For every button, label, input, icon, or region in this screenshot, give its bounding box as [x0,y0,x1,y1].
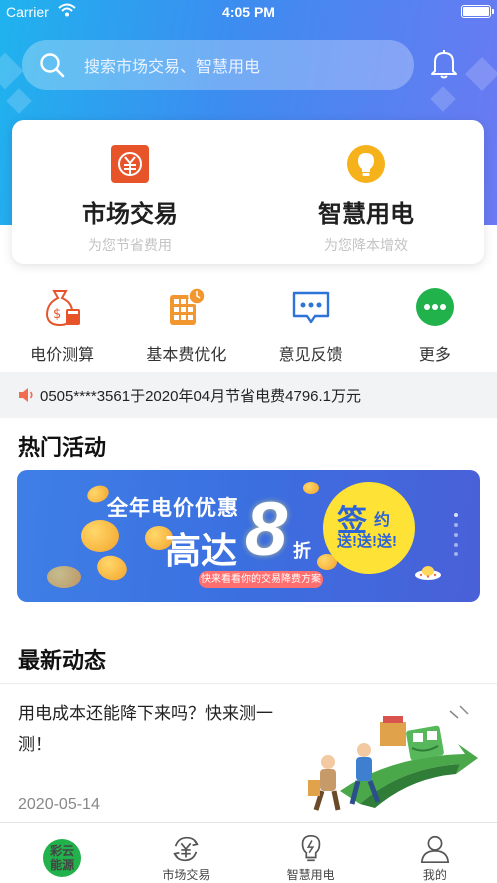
ufo-icon [415,566,441,580]
yuan-cycle-icon [173,836,200,862]
banner-badge-sub: 送!送!送! [337,533,397,550]
home-logo: 彩云 能源 [43,839,82,877]
quick-action-label: 意见反馈 [278,347,343,364]
home-logo-line1: 彩云 [50,844,75,858]
battery-icon [461,5,494,18]
lightbulb-icon [347,145,385,183]
quick-action-label: 更多 [418,347,451,364]
banner-pill: 快来看看你的交易降费方案 [199,571,323,588]
status-bar: Carrier 4:05 PM [0,0,497,26]
decor-coin [94,552,130,584]
section-title-latest-news: 最新动态 [18,648,107,673]
banner-badge-side: 约 [374,512,391,529]
tab-label: 市场交易 [162,868,211,882]
news-thumbnail-illustration [308,705,478,811]
feature-card: 市场交易 为您节省费用 智慧用电 为您降本增效 [12,120,484,264]
quick-action-basic-fee[interactable]: 基本费优化 [124,285,248,365]
feature-title: 市场交易 [82,201,178,228]
notice-bar[interactable]: 0505****3561于2020年04月节省电费4796.1万元 [0,372,497,418]
more-icon [415,288,454,326]
tab-label: 智慧用电 [286,868,335,882]
feature-title: 智慧用电 [318,201,414,228]
banner-discount-number: 8 [245,487,288,572]
market-trading-entry[interactable]: 市场交易 为您节省费用 [12,120,248,264]
promo-banner[interactable]: 全年电价优惠 高达 8 折 快来看看你的交易降费方案 签 约 送!送!送! [17,470,480,602]
tab-profile[interactable]: 我的 [373,823,497,883]
notice-text: 0505****3561于2020年04月节省电费4796.1万元 [40,387,362,405]
quick-action-label: 电价测算 [30,347,95,364]
quick-action-more[interactable]: 更多 [373,285,497,365]
banner-line2: 高达 [165,530,238,571]
decor-coin [81,520,119,552]
clock: 4:05 PM [222,4,275,20]
chat-bubble-icon [292,291,329,324]
tab-market-trading[interactable]: 市场交易 [124,823,248,883]
page-indicator [454,513,458,556]
news-item[interactable]: 用电成本还能降下来吗？快来测一测！ 2020-05-14 [0,683,497,823]
speaker-icon [19,388,33,402]
calculator-clock-icon [170,287,207,325]
bell-icon[interactable] [429,48,459,80]
decor-cube [430,86,456,112]
quick-actions: $ 电价测算 基本费优化 意见反馈 更多 [0,285,497,365]
yuan-exchange-icon [111,145,149,183]
search-placeholder: 搜索市场交易、智慧用电 [84,59,261,76]
tab-home[interactable]: 彩云 能源 [0,823,124,883]
svg-text:$: $ [53,307,61,322]
banner-discount-unit: 折 [293,541,311,561]
decor-coin [303,482,319,494]
feature-subtitle: 为您节省费用 [88,237,172,253]
decor-cube [465,57,497,91]
news-date: 2020-05-14 [18,796,100,813]
tab-smart-electricity[interactable]: 智慧用电 [249,823,373,883]
decor-cube [6,88,32,114]
smart-electricity-entry[interactable]: 智慧用电 为您降本增效 [248,120,484,264]
news-headline: 用电成本还能降下来吗？快来测一测！ [18,704,273,754]
home-logo-line2: 能源 [50,858,75,872]
money-bag-calculator-icon: $ [46,290,81,327]
tab-bar: 彩云 能源 市场交易 智慧用电 我的 [0,822,497,883]
tab-label: 我的 [422,868,447,882]
user-icon [420,835,449,864]
decor-cube [0,52,24,90]
quick-action-label: 基本费优化 [146,347,227,364]
feature-subtitle: 为您降本增效 [324,237,408,253]
quick-action-price-calc[interactable]: $ 电价测算 [0,285,124,365]
search-icon [40,53,65,78]
quick-action-feedback[interactable]: 意见反馈 [249,285,373,365]
search-input[interactable]: 搜索市场交易、智慧用电 [22,40,414,90]
lightbulb-outline-icon [301,834,320,862]
section-title-hot-activities: 热门活动 [18,435,107,460]
banner-line1: 全年电价优惠 [107,497,239,520]
decor-coin [47,566,81,588]
